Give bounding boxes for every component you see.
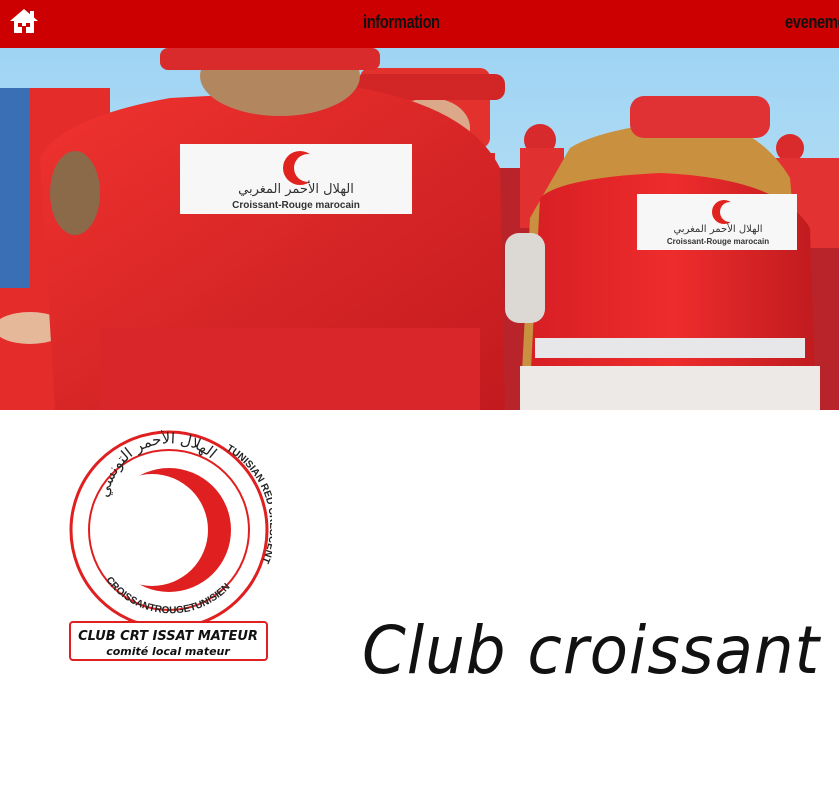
- logo-club-name: CLUB CRT ISSAT MATEUR: [78, 629, 258, 644]
- home-button[interactable]: [8, 7, 40, 35]
- svg-text:Croissant-Rouge marocain: Croissant-Rouge marocain: [667, 237, 769, 246]
- patch-latin-text: Croissant-Rouge marocain: [232, 200, 360, 211]
- nav-link-information[interactable]: information: [363, 12, 440, 33]
- home-icon: [10, 9, 38, 33]
- nav-link-evenements[interactable]: evenements: [785, 12, 839, 33]
- hero-photo: الهلال الأحمر المغربي Croissant-Rouge ma…: [0, 48, 839, 410]
- svg-text:الهلال الأحمر المغربي: الهلال الأحمر المغربي: [673, 222, 762, 235]
- page-headline: Club croissant r: [362, 612, 839, 689]
- club-logo: الهلال الأحمر التونسي TUNISIAN RED CRESC…: [66, 428, 278, 664]
- top-nav: information evenements: [0, 0, 839, 48]
- logo-club-sub: comité local mateur: [106, 645, 230, 658]
- patch-arabic-text: الهلال الأحمر المغربي: [238, 180, 354, 197]
